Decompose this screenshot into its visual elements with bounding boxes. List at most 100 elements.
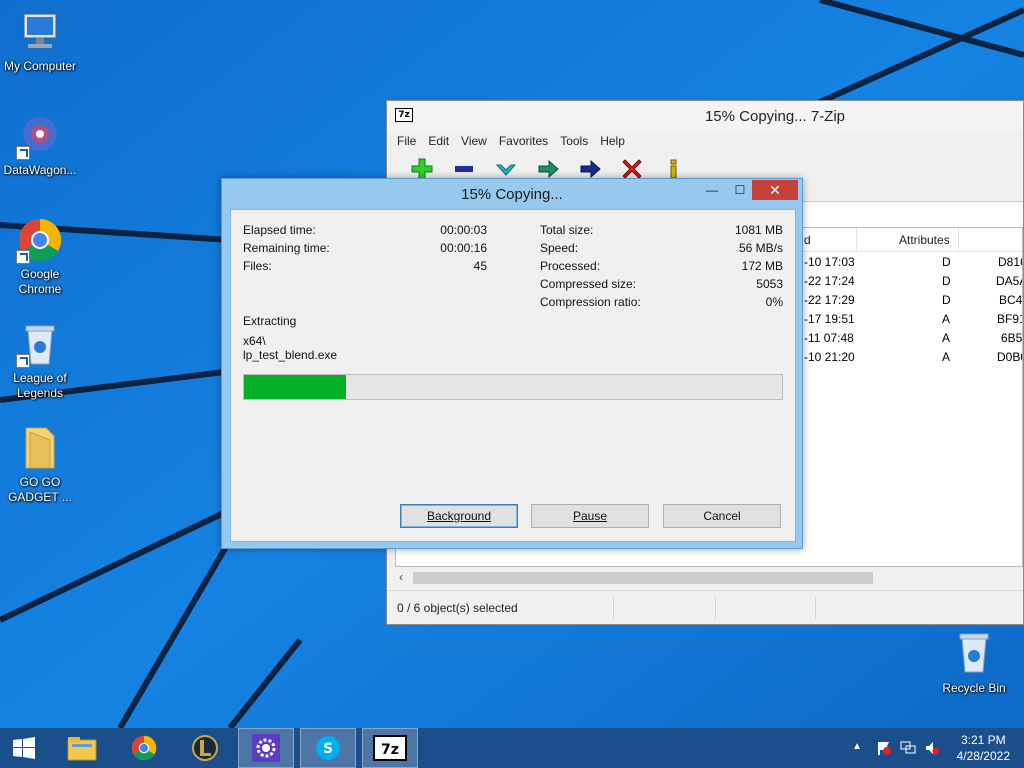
cell-crc: BF91I — [997, 312, 1022, 326]
total-size-label: Total size: — [540, 223, 594, 237]
column-modified[interactable]: d — [804, 233, 811, 247]
dialog-body: Elapsed time: 00:00:03 Remaining time: 0… — [230, 209, 796, 542]
window-title: 15% Copying... 7-Zip — [704, 108, 846, 125]
desktop-icon-datawagon[interactable]: DataWagon... — [0, 112, 80, 178]
selection-status: 0 / 6 object(s) selected — [397, 601, 518, 615]
column-separator — [958, 228, 959, 252]
skype-icon: S — [316, 736, 340, 760]
background-button[interactable]: Background — [400, 504, 518, 528]
menu-view[interactable]: View — [455, 131, 493, 153]
close-button[interactable]: ✕ — [752, 180, 798, 200]
start-icon — [13, 737, 35, 759]
shortcut-arrow-icon — [16, 146, 30, 160]
column-separator — [856, 228, 857, 252]
menu-file[interactable]: File — [391, 131, 422, 153]
files-label: Files: — [243, 259, 272, 273]
desktop-icon-label: GO GO GADGET ... — [8, 475, 72, 504]
cell-attributes: D — [942, 255, 951, 269]
taskbar: S 7z ▲ 3:21 PM 4/28/2022 — [0, 728, 1024, 768]
scroll-left-icon[interactable]: ‹ — [399, 570, 403, 584]
minimize-icon: — — [706, 183, 718, 197]
pause-button[interactable]: Pause — [531, 504, 649, 528]
network-icon[interactable] — [900, 740, 916, 756]
cell-attributes: A — [942, 350, 951, 364]
desktop-icon-go-go-gadget[interactable]: GO GO GADGET ... — [0, 424, 80, 505]
desktop-icon-recycle-bin[interactable]: Recycle Bin — [934, 630, 1014, 696]
clock[interactable]: 3:21 PM 4/28/2022 — [957, 732, 1010, 764]
progress-fill — [244, 375, 347, 399]
taskbar-chrome[interactable] — [116, 728, 172, 768]
compression-ratio-label: Compression ratio: — [540, 295, 641, 309]
copy-icon — [538, 159, 559, 179]
add-icon — [411, 158, 433, 180]
recycle-bin-style-icon — [16, 320, 64, 368]
menu-help[interactable]: Help — [594, 131, 631, 153]
processed-value: 172 MB — [741, 259, 783, 273]
copy-progress-dialog[interactable]: 15% Copying... — ☐ ✕ Elapsed time: 00:00… — [221, 178, 803, 549]
status-separator — [613, 597, 614, 619]
total-size-value: 1081 MB — [734, 223, 783, 237]
test-icon — [495, 164, 517, 176]
menu-edit[interactable]: Edit — [422, 131, 455, 153]
action-center-flag-icon[interactable] — [876, 740, 892, 756]
extract-icon — [455, 166, 473, 172]
start-button[interactable] — [0, 728, 48, 768]
desktop-icon-google-chrome[interactable]: Google Chrome — [0, 216, 80, 297]
taskbar-skype[interactable]: S — [300, 728, 356, 768]
minimize-button[interactable]: — — [698, 180, 726, 200]
maximize-icon: ☐ — [734, 183, 746, 197]
cell-crc: DA5A — [996, 274, 1022, 288]
compressed-size-value: 5053 — [756, 277, 783, 291]
taskbar-7zip[interactable]: 7z — [362, 728, 418, 768]
compressed-size-label: Compressed size: — [540, 277, 637, 291]
taskbar-settings[interactable] — [238, 728, 294, 768]
cell-modified: -10 21:20 — [804, 350, 855, 364]
horizontal-scrollbar[interactable]: ‹ — [395, 569, 1023, 587]
remaining-time-label: Remaining time: — [243, 241, 330, 255]
taskbar-file-explorer[interactable] — [54, 728, 110, 768]
menu-bar: File Edit View Favorites Tools Help — [387, 131, 1023, 153]
delete-icon — [622, 159, 642, 179]
cell-crc: BC46 — [999, 293, 1023, 307]
cell-crc: D0B0 — [997, 350, 1022, 364]
cancel-button[interactable]: Cancel — [663, 504, 781, 528]
info-icon — [670, 159, 677, 179]
cell-attributes: A — [942, 331, 951, 345]
column-attributes[interactable]: Attributes — [899, 233, 950, 247]
desktop-icon-my-computer[interactable]: My Computer — [0, 8, 80, 74]
status-separator — [815, 597, 816, 619]
computer-icon — [16, 8, 64, 56]
recycle-bin-icon — [950, 630, 998, 678]
compression-ratio-value: 0% — [765, 295, 783, 309]
folder-icon — [16, 424, 64, 472]
remaining-time-value: 00:00:16 — [440, 241, 487, 255]
cell-modified: -11 07:48 — [804, 331, 854, 345]
dialog-titlebar[interactable]: 15% Copying... — ☐ ✕ — [222, 179, 802, 209]
window-titlebar[interactable]: 7z 15% Copying... 7-Zip — [387, 101, 1023, 131]
taskbar-league-of-legends[interactable] — [177, 728, 233, 768]
cell-modified: -22 17:24 — [804, 274, 855, 288]
operation-label: Extracting — [243, 314, 297, 328]
elapsed-time-label: Elapsed time: — [243, 223, 316, 237]
cell-modified: -17 19:51 — [804, 312, 855, 326]
cell-attributes: A — [942, 312, 951, 326]
7zip-icon: 7z — [373, 735, 407, 761]
file-explorer-icon — [67, 737, 97, 761]
volume-muted-icon[interactable] — [924, 740, 940, 756]
cell-attributes: D — [942, 274, 951, 288]
maximize-button[interactable]: ☐ — [726, 180, 754, 200]
current-file: lp_test_blend.exe — [243, 348, 338, 362]
cell-modified: -22 17:29 — [804, 293, 855, 307]
menu-favorites[interactable]: Favorites — [493, 131, 554, 153]
chrome-icon — [131, 735, 157, 761]
current-path: x64\ — [243, 334, 266, 348]
scroll-thumb[interactable] — [413, 572, 873, 584]
svg-text:7z: 7z — [381, 742, 399, 758]
cell-crc: D816 — [998, 255, 1022, 269]
move-icon — [580, 159, 601, 179]
desktop-icon-league-of-legends[interactable]: League of Legends — [0, 320, 80, 401]
menu-tools[interactable]: Tools — [554, 131, 594, 153]
clock-date: 4/28/2022 — [956, 749, 1010, 763]
show-hidden-icons-icon[interactable]: ▲ — [852, 741, 862, 752]
shortcut-arrow-icon — [16, 354, 30, 368]
